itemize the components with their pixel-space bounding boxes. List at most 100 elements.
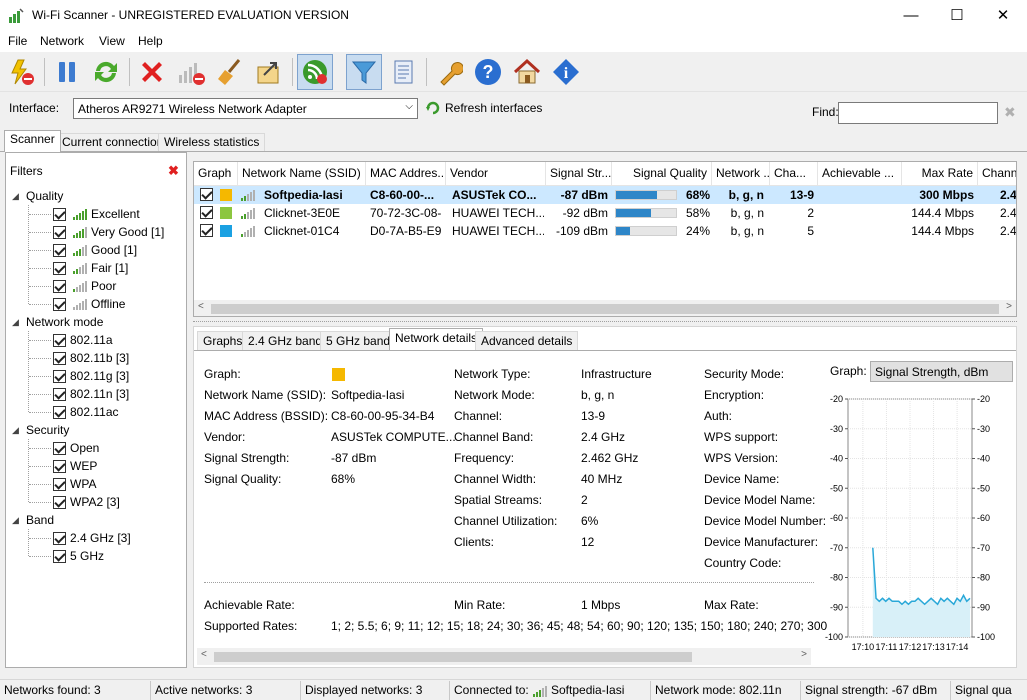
refresh-icon[interactable]: [88, 54, 124, 90]
home-icon[interactable]: [509, 54, 545, 90]
pause-icon[interactable]: [49, 54, 85, 90]
collapse-icon[interactable]: ◢: [12, 317, 22, 328]
tab-24ghz-band[interactable]: 2.4 GHz band: [242, 331, 329, 350]
scroll-left-icon[interactable]: <: [198, 301, 204, 312]
filter-group-1[interactable]: ◢ Network mode: [12, 313, 103, 331]
filter-icon[interactable]: [346, 54, 382, 90]
scroll-right-icon[interactable]: >: [801, 649, 807, 660]
column-header[interactable]: Signal Str...: [546, 162, 612, 185]
clear-find-icon[interactable]: ✖: [1004, 104, 1016, 121]
table-row[interactable]: Clicknet-3E0E 70-72-3C-08-... HUAWEI TECH.…: [194, 204, 1016, 222]
filter-item[interactable]: WPA: [53, 475, 96, 493]
checkbox[interactable]: [53, 261, 66, 275]
notebook-icon[interactable]: [385, 54, 421, 90]
column-header[interactable]: MAC Addres...: [366, 162, 446, 185]
checkbox[interactable]: [53, 243, 66, 257]
column-header[interactable]: Signal Quality: [612, 162, 712, 185]
rss-icon[interactable]: [297, 54, 333, 90]
checkbox[interactable]: [200, 188, 213, 201]
checkbox[interactable]: [53, 531, 66, 545]
refresh-interfaces-button[interactable]: Refresh interfaces: [426, 101, 542, 115]
interface-select[interactable]: Atheros AR9271 Wireless Network Adapter …: [73, 98, 418, 119]
checkbox[interactable]: [200, 224, 213, 237]
checkbox[interactable]: [53, 297, 66, 311]
export-icon[interactable]: [251, 54, 287, 90]
collapse-icon[interactable]: ◢: [12, 425, 22, 436]
filter-item[interactable]: WEP: [53, 457, 97, 475]
graph-type-select[interactable]: Signal Strength, dBm: [870, 361, 1013, 382]
checkbox[interactable]: [53, 279, 66, 293]
table-row[interactable]: Clicknet-01C4 D0-7A-B5-E9... HUAWEI TECH..…: [194, 222, 1016, 240]
quality-bar: [615, 190, 677, 200]
column-header[interactable]: Cha...: [770, 162, 818, 185]
checkbox[interactable]: [53, 549, 66, 563]
menu-help[interactable]: Help: [138, 34, 163, 48]
close-button[interactable]: ✕: [980, 0, 1026, 31]
broom-icon[interactable]: [212, 54, 248, 90]
scroll-left-icon[interactable]: <: [201, 649, 207, 660]
column-header[interactable]: Vendor: [446, 162, 546, 185]
checkbox[interactable]: [53, 477, 66, 491]
filter-group-2[interactable]: ◢ Security: [12, 421, 69, 439]
filter-item[interactable]: Good [1]: [53, 241, 137, 259]
tab-advanced-details[interactable]: Advanced details: [475, 331, 579, 350]
wrench-icon[interactable]: [431, 54, 467, 90]
filter-item[interactable]: 802.11a: [53, 331, 113, 349]
filter-item[interactable]: 802.11g [3]: [53, 367, 129, 385]
checkbox[interactable]: [53, 207, 66, 221]
checkbox[interactable]: [53, 495, 66, 509]
scroll-right-icon[interactable]: >: [1006, 301, 1012, 312]
tab-current-connection[interactable]: Current connection: [56, 133, 170, 152]
maximize-button[interactable]: ☐: [934, 0, 980, 31]
info-icon[interactable]: i: [548, 54, 584, 90]
checkbox[interactable]: [53, 441, 66, 455]
table-horizontal-scrollbar[interactable]: < >: [194, 300, 1016, 316]
filter-item[interactable]: WPA2 [3]: [53, 493, 120, 511]
filter-item[interactable]: Very Good [1]: [53, 223, 164, 241]
column-header[interactable]: Max Rate: [902, 162, 978, 185]
filter-item[interactable]: 802.11ac: [53, 403, 119, 421]
menu-network[interactable]: Network: [40, 34, 84, 48]
filter-group-0[interactable]: ◢ Quality: [12, 187, 63, 205]
tab-network-details[interactable]: Network details: [389, 328, 484, 350]
menu-file[interactable]: File: [8, 34, 27, 48]
column-header[interactable]: Graph: [194, 162, 238, 185]
checkbox[interactable]: [53, 405, 66, 419]
checkbox[interactable]: [53, 351, 66, 365]
minimize-button[interactable]: —: [888, 0, 934, 31]
table-row[interactable]: Softpedia-Iasi C8-60-00-... ASUSTek CO... -…: [194, 186, 1016, 204]
filter-group-3[interactable]: ◢ Band: [12, 511, 54, 529]
find-input[interactable]: [838, 102, 998, 124]
filter-item[interactable]: 2.4 GHz [3]: [53, 529, 131, 547]
filter-item[interactable]: 802.11n [3]: [53, 385, 129, 403]
column-header[interactable]: Network ...: [712, 162, 770, 185]
filter-item[interactable]: 802.11b [3]: [53, 349, 129, 367]
column-header[interactable]: Achievable ...: [818, 162, 902, 185]
filter-item[interactable]: Open: [53, 439, 99, 457]
filter-item[interactable]: Excellent: [53, 205, 140, 223]
checkbox[interactable]: [200, 206, 213, 219]
filter-item[interactable]: Poor: [53, 277, 116, 295]
signal-off-icon[interactable]: [173, 54, 209, 90]
menu-view[interactable]: View: [99, 34, 125, 48]
delete-icon[interactable]: [134, 54, 170, 90]
collapse-icon[interactable]: ◢: [12, 191, 22, 202]
power-off-icon[interactable]: [3, 54, 39, 90]
checkbox[interactable]: [53, 387, 66, 401]
collapse-icon[interactable]: ◢: [12, 515, 22, 526]
details-horizontal-scrollbar[interactable]: < >: [197, 648, 811, 665]
checkbox[interactable]: [53, 225, 66, 239]
tab-graphs[interactable]: Graphs: [197, 331, 249, 350]
checkbox[interactable]: [53, 333, 66, 347]
help-icon[interactable]: ?: [470, 54, 506, 90]
tab-wireless-statistics[interactable]: Wireless statistics: [158, 133, 266, 152]
column-header[interactable]: Network Name (SSID): [238, 162, 366, 185]
tab-scanner[interactable]: Scanner: [4, 130, 61, 152]
column-header[interactable]: Chann: [978, 162, 1016, 185]
checkbox[interactable]: [53, 459, 66, 473]
filter-item[interactable]: Fair [1]: [53, 259, 128, 277]
tab-5ghz-band[interactable]: 5 GHz band: [320, 331, 397, 350]
filter-item[interactable]: Offline: [53, 295, 125, 313]
filter-item[interactable]: 5 GHz: [53, 547, 104, 565]
checkbox[interactable]: [53, 369, 66, 383]
